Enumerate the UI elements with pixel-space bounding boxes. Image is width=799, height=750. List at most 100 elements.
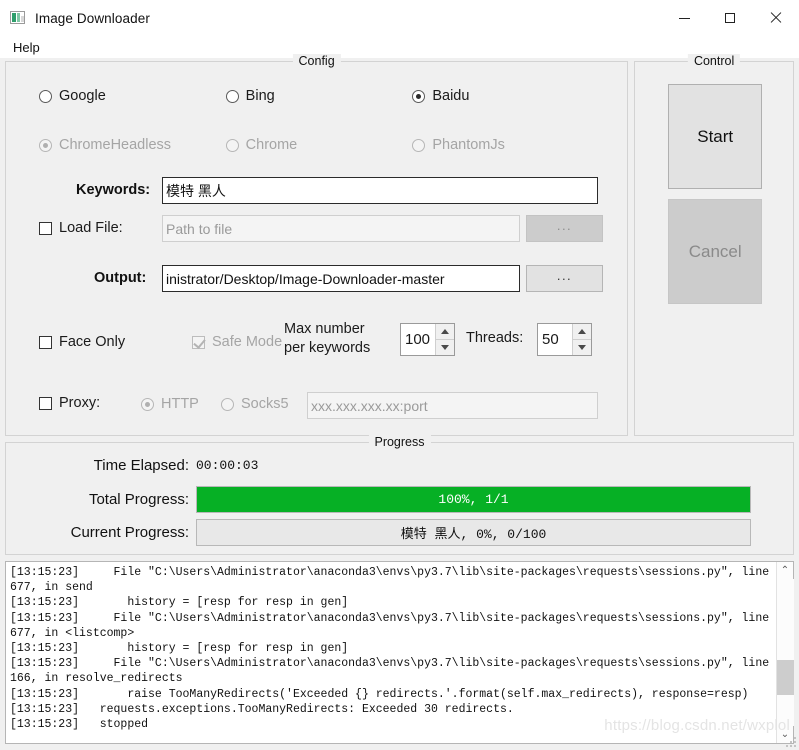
checkbox-icon	[39, 221, 52, 235]
radio-proxy-http: HTTP	[141, 396, 199, 412]
load-file-placeholder: Path to file	[166, 220, 233, 237]
image-icon	[10, 11, 26, 25]
radio-phantomjs: PhantomJs	[412, 137, 599, 153]
resize-grip[interactable]	[786, 737, 796, 747]
radio-dot-icon	[225, 89, 239, 103]
radio-label: PhantomJs	[432, 137, 505, 153]
stepper-arrows	[435, 324, 454, 355]
stepper-up-button[interactable]	[436, 324, 454, 339]
maximize-button[interactable]	[707, 0, 753, 36]
keywords-value: 模特 黑人	[166, 182, 226, 199]
config-group-title: Config	[292, 54, 341, 68]
log-line: [13:15:23] File "C:\Users\Administrator\…	[10, 657, 776, 686]
checkbox-icon	[39, 335, 52, 349]
radio-chromeheadless: ChromeHeadless	[39, 137, 226, 153]
close-icon	[770, 12, 782, 24]
config-group: Config Google Bing Baidu ChromeHeadless …	[5, 54, 629, 436]
radio-label: Chrome	[245, 137, 298, 153]
time-elapsed-row: Time Elapsed: 00:00:03	[6, 457, 259, 474]
stepper-down-button[interactable]	[573, 339, 591, 355]
log-line: [13:15:23] history = [resp for resp in g…	[10, 642, 349, 656]
proxy-placeholder: xxx.xxx.xxx.xx:port	[311, 397, 428, 414]
minimize-button[interactable]	[661, 0, 707, 36]
checkbox-icon	[39, 396, 52, 410]
search-engine-radio-group: Google Bing Baidu	[39, 88, 599, 104]
total-progress-text: 100%, 1/1	[438, 492, 509, 507]
cancel-button: Cancel	[668, 199, 763, 304]
proxy-label: Proxy:	[59, 395, 101, 411]
log-output[interactable]: [13:15:23] File "C:\Users\Administrator\…	[6, 562, 776, 743]
log-line: [13:15:23] raise TooManyRedirects('Excee…	[10, 687, 749, 701]
triangle-up-icon	[441, 329, 449, 334]
control-group-title: Control	[687, 54, 741, 68]
max-number-value: 100	[405, 331, 431, 348]
threads-value: 50	[542, 331, 559, 348]
max-number-label: Max number per keywords	[284, 321, 371, 356]
current-progress-row: Current Progress: 模特 黑人, 0%, 0/100	[6, 519, 751, 546]
radio-label: Baidu	[432, 88, 470, 104]
triangle-down-icon	[578, 345, 586, 350]
window-title: Image Downloader	[35, 10, 150, 26]
scrollbar-track[interactable]	[776, 579, 794, 726]
start-button-label: Start	[697, 126, 734, 146]
window-controls	[661, 0, 799, 36]
radio-dot-icon	[412, 138, 426, 152]
driver-radio-group: ChromeHeadless Chrome PhantomJs	[39, 137, 599, 153]
keywords-input[interactable]: 模特 黑人	[162, 177, 598, 204]
radio-dot-icon	[39, 89, 52, 103]
triangle-up-icon	[578, 329, 586, 334]
proxy-checkbox[interactable]: Proxy:	[39, 395, 100, 411]
face-only-label: Face Only	[59, 334, 126, 350]
stepper-arrows	[572, 324, 591, 355]
proxy-address-input[interactable]: xxx.xxx.xxx.xx:port	[307, 392, 598, 419]
checkbox-icon	[192, 335, 205, 349]
radio-label: HTTP	[161, 396, 199, 412]
maximize-icon	[725, 13, 735, 23]
load-file-checkbox[interactable]: Load File:	[39, 220, 123, 236]
control-group: Control Start Cancel	[634, 54, 794, 436]
stepper-up-button[interactable]	[573, 324, 591, 339]
log-line: [13:15:23] requests.exceptions.TooManyRe…	[10, 702, 514, 716]
scrollbar-thumb[interactable]	[776, 659, 794, 696]
radio-label: Google	[59, 88, 106, 104]
radio-baidu[interactable]: Baidu	[412, 88, 599, 104]
scroll-up-icon[interactable]: ⌃	[777, 562, 794, 579]
log-line: [13:15:23] stopped	[10, 718, 149, 732]
log-line: [13:15:23] File "C:\Users\Administrator\…	[10, 611, 776, 640]
current-progress-text: 模特 黑人, 0%, 0/100	[400, 527, 547, 542]
radio-dot-icon	[141, 397, 154, 411]
progress-group-title: Progress	[368, 435, 431, 449]
title-bar: Image Downloader	[0, 0, 799, 36]
output-value: inistrator/Desktop/Image-Downloader-mast…	[166, 270, 445, 287]
output-browse-button[interactable]: ...	[526, 265, 603, 292]
radio-dot-icon	[221, 397, 234, 411]
output-input[interactable]: inistrator/Desktop/Image-Downloader-mast…	[162, 265, 520, 292]
radio-proxy-socks5: Socks5	[221, 396, 289, 412]
face-only-checkbox[interactable]: Face Only	[39, 334, 125, 350]
radio-label: Socks5	[241, 396, 289, 412]
start-button[interactable]: Start	[668, 84, 763, 189]
total-progress-row: Total Progress: 100%, 1/1	[6, 486, 751, 513]
max-number-stepper[interactable]: 100	[400, 323, 455, 356]
safe-mode-checkbox: Safe Mode	[192, 334, 282, 350]
radio-label: ChromeHeadless	[59, 137, 172, 153]
load-file-input[interactable]: Path to file	[162, 215, 520, 242]
menu-bar: Help	[0, 36, 799, 58]
radio-google[interactable]: Google	[39, 88, 226, 104]
time-elapsed-label: Time Elapsed:	[93, 457, 189, 474]
close-button[interactable]	[753, 0, 799, 36]
total-progress-bar: 100%, 1/1	[196, 486, 751, 513]
load-file-label: Load File:	[59, 220, 123, 236]
log-scrollbar[interactable]: ⌃ ⌄	[776, 562, 794, 743]
threads-stepper[interactable]: 50	[537, 323, 592, 356]
log-panel: [13:15:23] File "C:\Users\Administrator\…	[5, 561, 794, 744]
menu-item-help[interactable]: Help	[8, 38, 45, 57]
current-progress-label: Current Progress:	[70, 524, 189, 541]
progress-group: Progress Time Elapsed: 00:00:03 Total Pr…	[5, 435, 794, 555]
radio-bing[interactable]: Bing	[225, 88, 413, 104]
stepper-down-button[interactable]	[436, 339, 454, 355]
output-label: Output:	[94, 270, 147, 286]
log-line: [13:15:23] history = [resp for resp in g…	[10, 596, 349, 610]
total-progress-label: Total Progress:	[88, 491, 189, 508]
time-elapsed-value: 00:00:03	[196, 458, 259, 473]
